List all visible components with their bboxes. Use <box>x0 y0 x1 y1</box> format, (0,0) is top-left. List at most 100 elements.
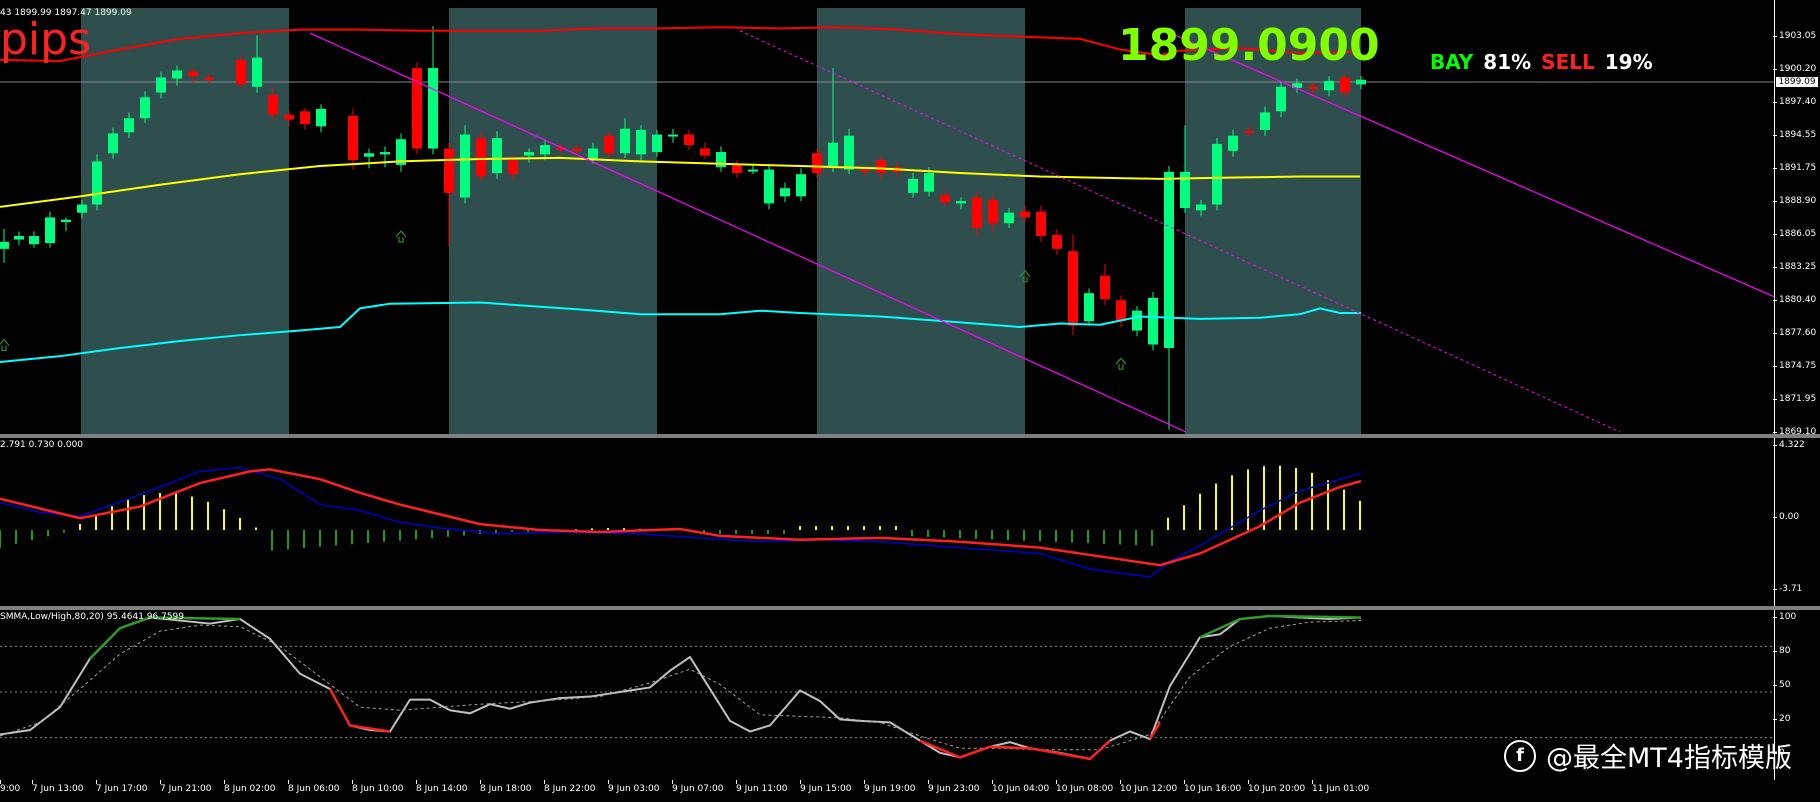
price-axis-tick-label: 1891.75 <box>1772 163 1817 173</box>
bull-candle <box>924 173 934 192</box>
bear-candle <box>684 134 694 146</box>
price-axis-tick-label: 1900.20 <box>1772 64 1817 74</box>
bear-candle <box>204 77 214 80</box>
macd-signal-line <box>0 468 1362 567</box>
price-axis-tick-label: 1888.90 <box>1772 196 1817 206</box>
bull-candle <box>108 133 118 154</box>
bear-candle <box>876 160 886 174</box>
bull-candle <box>956 201 966 204</box>
price-chart-panel[interactable]: 43 1899.99 1897.47 1899.09 pips 1899.090… <box>0 0 1774 434</box>
time-axis[interactable]: 9:00 7 Jun 13:00 7 Jun 17:00 7 Jun 21:00 8 J… <box>0 780 1820 802</box>
bear-candle <box>188 71 198 77</box>
session-shade <box>1185 8 1361 434</box>
bull-candle <box>620 128 630 154</box>
time-axis-label: 8 Jun 22:00 <box>544 780 596 794</box>
price-axis[interactable]: 1903.05 1900.20 1897.40 1894.55 1891.75 1888.… <box>1772 0 1820 437</box>
macd-axis-tick-label: 0.00 <box>1772 512 1800 522</box>
price-axis-tick-label: 1883.25 <box>1772 262 1817 272</box>
time-axis-label: 9:00 <box>0 780 21 794</box>
bear-candle <box>1036 211 1046 237</box>
stochastic-overbought-segment <box>89 616 241 660</box>
time-axis-label: 8 Jun 02:00 <box>224 780 276 794</box>
macd-header: 2.791 0.730 0.000 <box>0 440 84 450</box>
macd-panel[interactable]: 2.791 0.730 0.000 <box>0 438 1774 606</box>
buy-value: 81% <box>1483 50 1532 74</box>
time-axis-label: 7 Jun 21:00 <box>160 780 212 794</box>
time-axis-label: 9 Jun 23:00 <box>928 780 980 794</box>
stochastic-axis-tick-label: 80 <box>1772 646 1791 656</box>
bear-candle <box>1020 211 1030 218</box>
bull-candle <box>380 152 390 155</box>
bear-candle <box>812 153 822 174</box>
buy-arrow-icon <box>1115 357 1127 370</box>
time-axis-label: 10 Jun 12:00 <box>1120 780 1178 794</box>
sell-value: 19% <box>1604 50 1653 74</box>
macd-chart <box>0 465 1362 578</box>
bull-candle <box>1164 171 1174 349</box>
price-axis-tick-label: 1897.40 <box>1772 97 1817 107</box>
bear-candle <box>572 148 582 151</box>
bull-candle <box>540 145 550 155</box>
stochastic-axis-tick-label: 20 <box>1772 714 1791 724</box>
time-axis-label: 9 Jun 15:00 <box>800 780 852 794</box>
bull-candle <box>748 169 758 172</box>
time-axis-label: 11 Jun 01:00 <box>1312 780 1370 794</box>
macd-main-line <box>0 466 1362 578</box>
bear-candle <box>732 164 742 174</box>
bull-candle <box>14 236 24 240</box>
current-price-display: 1899.0900 <box>1118 20 1380 71</box>
stochastic-oversold-segment <box>328 688 391 733</box>
time-axis-label: 9 Jun 03:00 <box>608 780 660 794</box>
bull-candle <box>124 118 134 133</box>
bear-candle <box>1340 77 1350 93</box>
bull-candle <box>780 188 790 197</box>
time-axis-label: 7 Jun 17:00 <box>96 780 148 794</box>
channel-line <box>309 32 1187 433</box>
bull-candle <box>92 161 102 205</box>
price-axis-tick-label: 1903.05 <box>1772 31 1817 41</box>
bear-candle <box>1052 234 1062 249</box>
time-axis-label: 10 Jun 04:00 <box>992 780 1050 794</box>
current-price-tag: 1899.09 <box>1776 77 1818 87</box>
macd-axis[interactable]: 4.322 0.00 -3.71 <box>1772 438 1820 606</box>
buy-label: BAY <box>1430 50 1474 74</box>
bull-candle <box>1148 297 1158 345</box>
bear-candle <box>236 59 246 85</box>
bull-candle <box>1180 171 1190 209</box>
bull-candle <box>1260 112 1270 130</box>
bull-candle <box>652 134 662 153</box>
bear-candle <box>444 148 454 193</box>
bull-candle <box>156 77 166 93</box>
bull-candle <box>636 129 646 155</box>
stochastic-signal-line <box>0 620 1362 751</box>
bear-candle <box>940 195 950 203</box>
brand-logo-icon: f <box>1504 739 1536 772</box>
time-axis-label: 10 Jun 20:00 <box>1248 780 1306 794</box>
bear-candle <box>1068 251 1078 326</box>
bull-candle <box>140 97 150 119</box>
time-axis-label: 10 Jun 08:00 <box>1056 780 1114 794</box>
bear-candle <box>700 148 710 156</box>
bear-candle <box>1244 131 1254 134</box>
bear-candle <box>508 160 518 175</box>
time-axis-label: 8 Jun 10:00 <box>352 780 404 794</box>
bear-candle <box>1116 300 1126 322</box>
bull-candle <box>1132 310 1142 331</box>
macd-axis-tick-label: -3.71 <box>1772 584 1803 594</box>
sentiment-display: BAY 81% SELL 19% <box>1430 50 1663 74</box>
bull-candle <box>61 219 71 223</box>
bull-candle <box>1276 86 1286 112</box>
bull-candle <box>1228 135 1238 151</box>
sell-label: SELL <box>1541 50 1595 74</box>
bull-candle <box>1084 293 1094 322</box>
bull-candle <box>908 178 918 193</box>
time-axis-label: 8 Jun 06:00 <box>288 780 340 794</box>
bull-candle <box>172 70 182 79</box>
bull-candle <box>252 57 262 87</box>
time-axis-label: 8 Jun 14:00 <box>416 780 468 794</box>
stochastic-header: SMMA,Low/High,80,20) 95.4641 96.7599 <box>0 612 184 622</box>
bull-candle <box>716 152 726 168</box>
bull-candle <box>828 142 838 168</box>
time-axis-label: 9 Jun 11:00 <box>736 780 788 794</box>
price-axis-tick-label: 1886.05 <box>1772 229 1817 239</box>
